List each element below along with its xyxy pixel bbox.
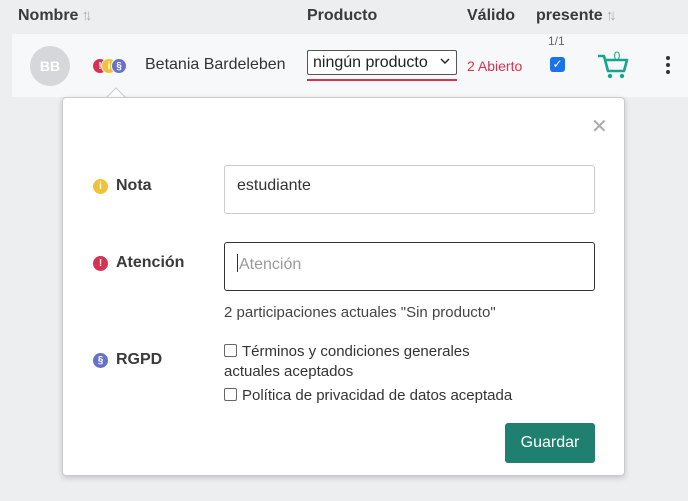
- column-presente[interactable]: presente ↑↓: [536, 7, 617, 25]
- column-producto: Producto: [307, 7, 378, 24]
- present-checkbox[interactable]: ✓: [550, 57, 565, 72]
- gdpr-icon: §: [93, 353, 108, 368]
- cart-icon: 0: [597, 49, 629, 79]
- terms-checkbox-row[interactable]: Términos y condiciones generales actuale…: [224, 342, 470, 382]
- participation-info: 2 participaciones actuales "Sin producto…: [224, 304, 496, 321]
- cart-count: 0: [614, 50, 621, 63]
- more-vertical-icon[interactable]: [664, 56, 672, 74]
- close-icon[interactable]: ✕: [591, 114, 608, 139]
- sort-arrows-icon[interactable]: ↑↓: [606, 7, 617, 24]
- status-badges[interactable]: ! i §: [92, 58, 132, 74]
- column-nombre[interactable]: Nombre ↑↓: [18, 7, 92, 25]
- valid-status[interactable]: 2 Abierto: [467, 58, 522, 74]
- presence-count: 1/1: [548, 34, 565, 48]
- privacy-checkbox-row[interactable]: Política de privacidad de datos aceptada: [224, 386, 512, 406]
- avatar[interactable]: BB: [30, 46, 70, 86]
- atencion-field[interactable]: Atención: [224, 242, 595, 291]
- table-header: Nombre ↑↓ Producto Válido presente ↑↓: [0, 0, 688, 34]
- info-icon: i: [93, 179, 108, 194]
- column-valido: Válido: [467, 7, 516, 24]
- terms-checkbox[interactable]: [224, 344, 237, 357]
- text-caret: [237, 254, 238, 272]
- error-underline: [307, 79, 457, 81]
- save-button[interactable]: Guardar: [505, 423, 595, 463]
- sort-arrows-icon[interactable]: ↑↓: [81, 7, 92, 24]
- cart-button[interactable]: 0: [597, 49, 630, 80]
- product-select[interactable]: ningún producto: [307, 50, 457, 75]
- attention-icon: !: [93, 256, 108, 271]
- privacy-checkbox[interactable]: [224, 388, 237, 401]
- participant-popover: ✕ i Nota estudiante ! Atención Atención …: [62, 97, 625, 476]
- chevron-down-icon: [439, 52, 451, 75]
- nota-field[interactable]: estudiante: [224, 165, 595, 214]
- participant-name: Betania Bardeleben: [145, 56, 286, 73]
- gdpr-icon: §: [111, 58, 127, 74]
